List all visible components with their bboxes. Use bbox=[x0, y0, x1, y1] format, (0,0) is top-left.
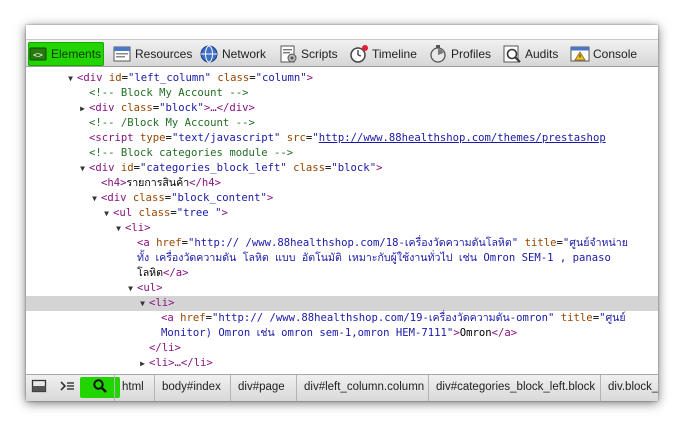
resources-icon bbox=[112, 44, 132, 64]
status-bar: html body#index div#page div#left_column… bbox=[26, 374, 658, 401]
disclosure-triangle-expanded-icon[interactable]: ▼ bbox=[90, 191, 99, 206]
breadcrumb-item[interactable]: div#left_column.column bbox=[296, 375, 431, 401]
disclosure-triangle-expanded-icon[interactable]: ▼ bbox=[66, 71, 75, 86]
console-icon bbox=[570, 44, 590, 64]
tab-label: Resources bbox=[135, 47, 193, 61]
breadcrumb-item[interactable]: html bbox=[114, 375, 151, 401]
dom-node-continuation: Monitor) Omron เช่น omron sem-1,omron HE… bbox=[161, 327, 518, 339]
dom-node[interactable]: ▼ <li> bbox=[26, 221, 658, 236]
network-icon bbox=[199, 44, 219, 64]
window-top bbox=[26, 25, 658, 39]
tab-profiles[interactable]: Profiles bbox=[428, 42, 491, 66]
disclosure-triangle-collapsed-icon[interactable]: ▶ bbox=[138, 356, 147, 371]
tab-network[interactable]: Network bbox=[199, 42, 266, 66]
script-src-link[interactable]: http://www.88healthshop.com/themes/prest… bbox=[319, 132, 606, 144]
tab-resources[interactable]: Resources bbox=[112, 42, 192, 66]
disclosure-triangle-expanded-icon[interactable]: ▼ bbox=[138, 296, 147, 311]
devtools-window: <> Elements Resources Network Scripts Ti… bbox=[26, 25, 658, 401]
dom-node-selected[interactable]: ▼ <li> bbox=[26, 296, 658, 311]
dom-node[interactable]: ▼ <ul class="tree "> bbox=[26, 206, 658, 221]
disclosure-triangle-expanded-icon[interactable]: ▼ bbox=[126, 281, 135, 296]
timeline-icon bbox=[349, 44, 369, 64]
dom-node[interactable]: ▼ <ul> bbox=[26, 281, 658, 296]
dom-tree[interactable]: ▼ <div id="left_column" class="column"> … bbox=[26, 68, 658, 374]
search-icon bbox=[92, 378, 108, 397]
dom-node[interactable]: ▼ <div id="left_column" class="column"> bbox=[26, 71, 658, 86]
console-toggle-button[interactable] bbox=[55, 377, 79, 398]
svg-text:<>: <> bbox=[33, 51, 43, 60]
dock-button[interactable] bbox=[27, 377, 51, 398]
profiles-icon bbox=[428, 44, 448, 64]
tab-label: Elements bbox=[51, 47, 102, 61]
tab-label: Console bbox=[593, 47, 638, 61]
tab-label: Scripts bbox=[301, 47, 338, 61]
dom-node[interactable]: <a href="http:// /www.88healthshop.com/1… bbox=[26, 236, 658, 251]
tab-audits[interactable]: Audits bbox=[502, 42, 558, 66]
tab-scripts[interactable]: Scripts bbox=[278, 42, 338, 66]
dom-node[interactable]: </li> bbox=[26, 341, 658, 356]
devtools-toolbar: <> Elements Resources Network Scripts Ti… bbox=[26, 39, 658, 67]
dom-node[interactable]: ▶ <div class="block">…</div> bbox=[26, 101, 658, 116]
tab-label: Network bbox=[222, 47, 267, 61]
dock-icon bbox=[31, 379, 47, 396]
breadcrumb-item[interactable]: div#page bbox=[230, 375, 292, 401]
dom-node[interactable]: ▼ <div class="block_content"> bbox=[26, 191, 658, 206]
breadcrumb-item[interactable]: div#categories_block_left.block bbox=[428, 375, 602, 401]
dom-comment[interactable]: <!-- Block categories module --> bbox=[26, 146, 658, 161]
elements-icon: <> bbox=[28, 44, 48, 64]
tab-console[interactable]: Console bbox=[570, 42, 637, 66]
dom-node[interactable]: <h4>รายการสินค้า</h4> bbox=[26, 176, 658, 191]
dom-node[interactable]: <script type="text/javascript" src="http… bbox=[26, 131, 658, 146]
tab-label: Audits bbox=[525, 47, 559, 61]
disclosure-triangle-expanded-icon[interactable]: ▼ bbox=[102, 206, 111, 221]
dom-node[interactable]: <a href="http:// /www.88healthshop.com/1… bbox=[26, 311, 658, 326]
tab-label: Profiles bbox=[451, 47, 492, 61]
dom-node-continuation: โลหิต</a> bbox=[137, 267, 189, 279]
scripts-icon bbox=[278, 44, 298, 64]
tab-timeline[interactable]: Timeline bbox=[349, 42, 417, 66]
dom-comment[interactable]: <!-- Block My Account --> bbox=[26, 86, 658, 101]
console-toggle-icon bbox=[59, 379, 75, 396]
dom-node[interactable]: ▶ <li>…</li> bbox=[26, 356, 658, 371]
dom-comment[interactable]: <!-- /Block My Account --> bbox=[26, 116, 658, 131]
breadcrumb-item[interactable]: body#index bbox=[154, 375, 228, 401]
tab-elements[interactable]: <> Elements bbox=[28, 42, 104, 66]
dom-node-continuation: ทั้ง เครื่องวัดความดัน โลหิต แบบ อัตโนมั… bbox=[137, 252, 611, 264]
disclosure-triangle-expanded-icon[interactable]: ▼ bbox=[78, 161, 87, 176]
disclosure-triangle-expanded-icon[interactable]: ▼ bbox=[114, 221, 123, 236]
audits-icon bbox=[502, 44, 522, 64]
breadcrumb-item[interactable]: div.block_ bbox=[600, 375, 658, 401]
disclosure-triangle-collapsed-icon[interactable]: ▶ bbox=[78, 101, 87, 116]
tab-label: Timeline bbox=[372, 47, 417, 61]
dom-node[interactable]: ▼ <div id="categories_block_left" class=… bbox=[26, 161, 658, 176]
